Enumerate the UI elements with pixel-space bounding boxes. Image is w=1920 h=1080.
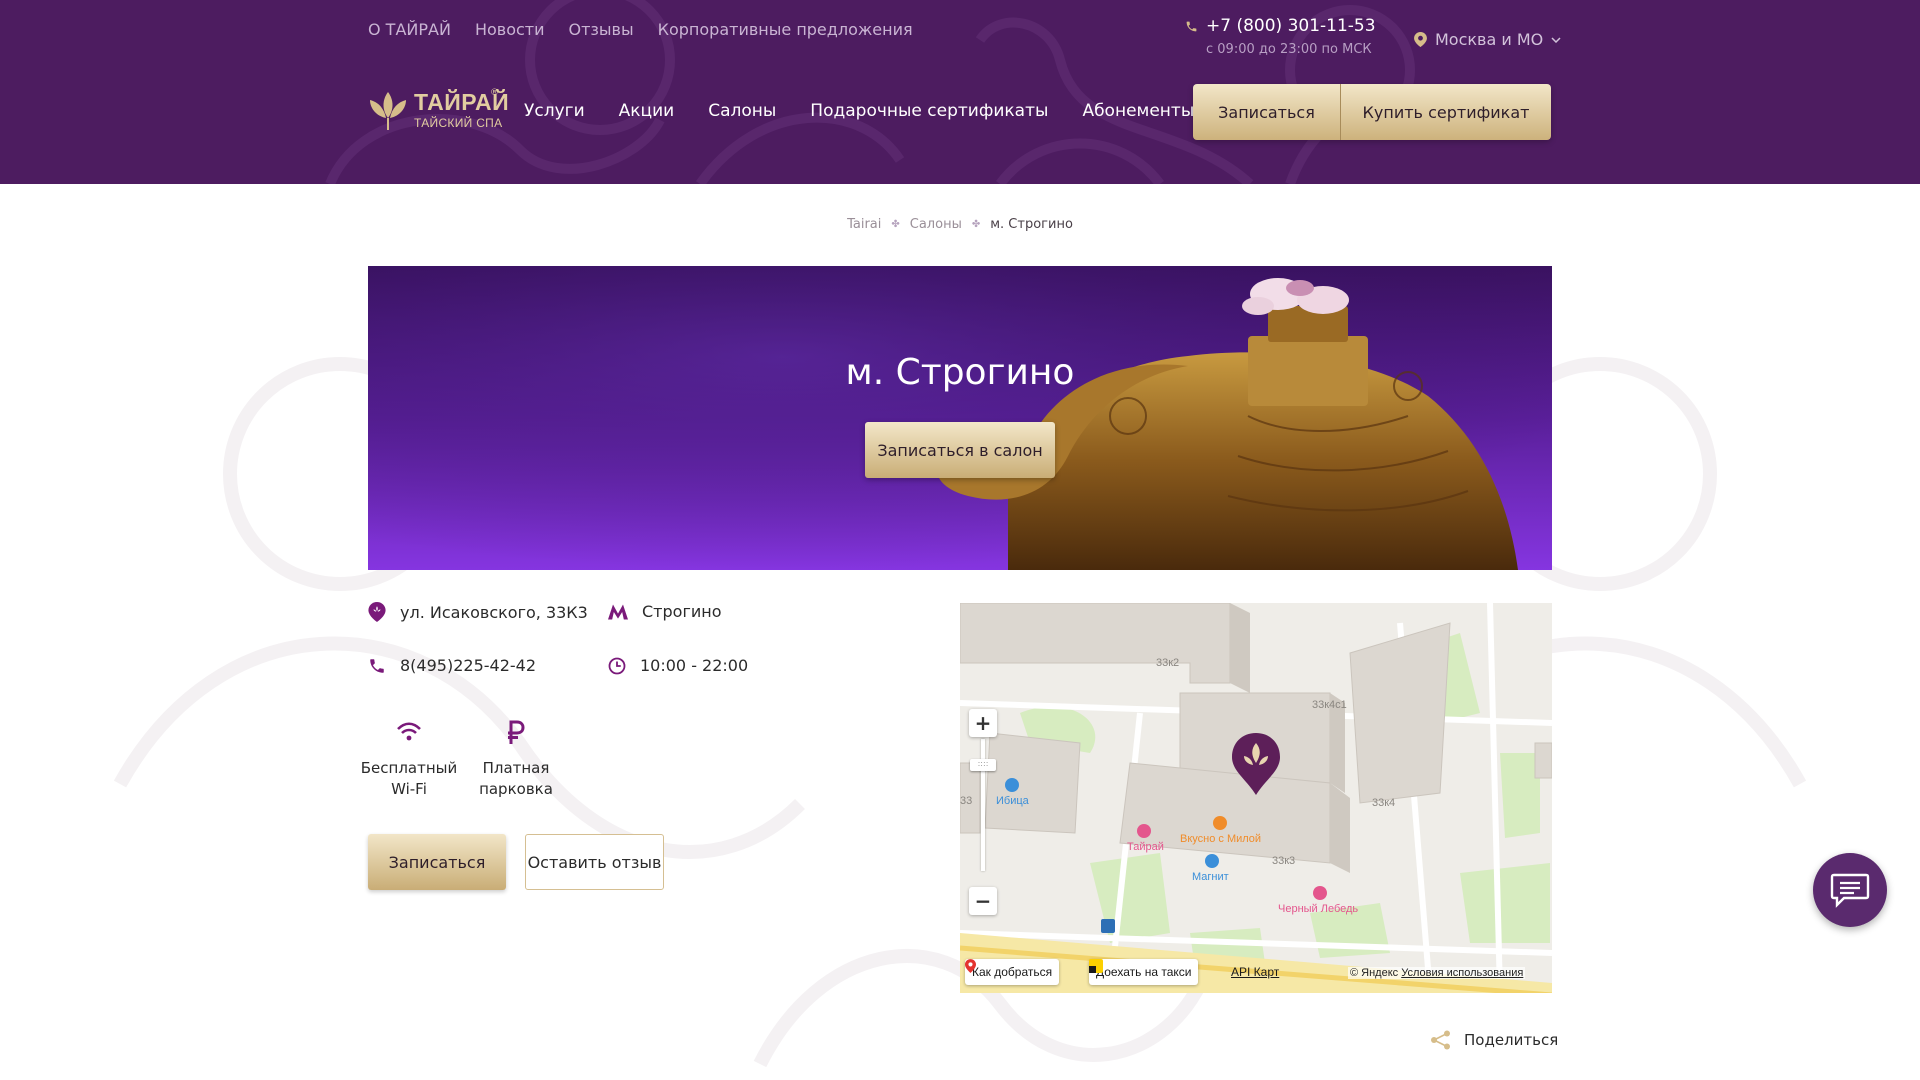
- phone-icon: [370, 658, 384, 673]
- share-button[interactable]: Поделиться: [1430, 1030, 1558, 1050]
- map-poi-label[interactable]: Черный Лебедь: [1278, 903, 1358, 915]
- logo-subtitle: ТАЙСКИЙ СПА: [414, 116, 503, 130]
- taxi-icon: [1089, 959, 1103, 973]
- map-building-label: 33: [960, 795, 973, 807]
- breadcrumb-separator-icon: ✤: [891, 219, 900, 230]
- location-pin-icon: [368, 602, 386, 622]
- salon-book-button[interactable]: Записаться: [368, 834, 506, 890]
- hero-banner: м. Строгино Записаться в салон: [368, 266, 1552, 570]
- map-route-button[interactable]: Как добраться: [965, 959, 1060, 985]
- map-zoom-out-button[interactable]: −: [969, 887, 997, 915]
- amenity-wifi-label-line1: Бесплатный: [360, 759, 458, 777]
- map-canvas[interactable]: [960, 603, 1552, 993]
- top-link-news[interactable]: Новости: [475, 20, 545, 39]
- salon-hours: 10:00 - 22:00: [608, 656, 748, 675]
- hero-book-salon-button[interactable]: Записаться в салон: [865, 422, 1055, 478]
- region-selector[interactable]: Москва и МО: [1414, 30, 1561, 49]
- golden-elephant-image: [368, 266, 1552, 570]
- share-label: Поделиться: [1464, 1031, 1559, 1049]
- chat-bubble-icon: [1830, 873, 1870, 908]
- region-label: Москва и МО: [1435, 30, 1544, 49]
- lotus-logo-icon: [370, 92, 406, 130]
- map-copyright-text: © Яндекс: [1350, 967, 1399, 979]
- map-terms-link[interactable]: Условия использования: [1401, 967, 1523, 979]
- share-icon: [1431, 1030, 1450, 1050]
- map-copyright: © Яндекс Условия использования: [1348, 967, 1526, 979]
- amenity-parking-label-line1: Платная: [482, 759, 550, 777]
- salon-metro: Строгино: [608, 602, 722, 621]
- ruble-icon: [508, 720, 525, 744]
- header-cta-group: Записаться Купить сертификат: [1193, 84, 1551, 140]
- salon-phone-text[interactable]: 8(495)225-42-42: [400, 656, 536, 675]
- nav-salons[interactable]: Салоны: [708, 101, 776, 121]
- nav-gift-certificates[interactable]: Подарочные сертификаты: [810, 101, 1048, 121]
- map-route-label: Как добраться: [972, 965, 1053, 979]
- clock-icon: [608, 657, 626, 674]
- header-book-button[interactable]: Записаться: [1193, 84, 1341, 140]
- hero-title: м. Строгино: [845, 352, 1075, 393]
- top-link-reviews[interactable]: Отзывы: [569, 20, 634, 39]
- map-poi-label[interactable]: Вкусно с Милой: [1180, 833, 1261, 845]
- logo-registered-mark: ®: [490, 88, 499, 98]
- breadcrumb-separator-icon: ✤: [971, 219, 981, 230]
- header-ornament: [325, 0, 1444, 184]
- breadcrumb-salons[interactable]: Салоны: [910, 217, 962, 232]
- map-zoom-handle[interactable]: ::::: [970, 759, 996, 771]
- nav-subscriptions[interactable]: Абонементы: [1082, 101, 1194, 121]
- map-taxi-label: Доехать на такси: [1096, 965, 1192, 979]
- wifi-icon: [397, 722, 421, 741]
- nav-services[interactable]: Услуги: [524, 101, 585, 121]
- salon-address-text: ул. Исаковского, 33К3: [400, 602, 588, 622]
- map-building-label: 33к2: [1156, 657, 1180, 669]
- salon-hours-text: 10:00 - 22:00: [640, 656, 749, 675]
- nav-promotions[interactable]: Акции: [619, 101, 675, 121]
- map-poi-label[interactable]: Тайрай: [1127, 841, 1164, 853]
- breadcrumb: Tairai ✤ Салоны ✤ м. Строгино: [0, 217, 1920, 232]
- map-zoom-in-button[interactable]: +: [969, 709, 997, 737]
- map-building-label: 33к3: [1272, 855, 1296, 867]
- route-pin-icon: [965, 959, 976, 973]
- top-links: О ТАЙРАЙ Новости Отзывы Корпоративные пр…: [368, 20, 913, 39]
- header-buy-certificate-button[interactable]: Купить сертификат: [1341, 84, 1551, 140]
- breadcrumb-current: м. Строгино: [990, 217, 1073, 232]
- salon-address: ул. Исаковского, 33К3: [368, 602, 588, 622]
- site-header: О ТАЙРАЙ Новости Отзывы Корпоративные пр…: [0, 0, 1920, 184]
- yandex-map[interactable]: 33к2 33к4с1 33к4 33к3 33 Ибица Тайрай Вк…: [960, 603, 1552, 993]
- salon-phone: 8(495)225-42-42: [368, 656, 536, 675]
- amenity-wifi: Бесплатный Wi-Fi: [354, 718, 464, 800]
- map-poi-label[interactable]: Ибица: [996, 795, 1029, 807]
- metro-icon: [608, 604, 628, 619]
- salon-metro-text: Строгино: [642, 602, 722, 621]
- location-pin-icon: [1414, 32, 1427, 47]
- map-api-link[interactable]: API Карт: [1231, 965, 1279, 979]
- top-link-about[interactable]: О ТАЙРАЙ: [368, 20, 451, 39]
- map-poi-label[interactable]: Магнит: [1192, 871, 1229, 883]
- leave-review-button[interactable]: Оставить отзыв: [525, 834, 664, 890]
- map-building-label: 33к4: [1372, 797, 1396, 809]
- breadcrumb-home[interactable]: Tairai: [847, 217, 881, 232]
- chevron-down-icon: [1551, 36, 1561, 43]
- map-building-label: 33к4с1: [1312, 699, 1347, 711]
- amenity-wifi-label-line2: Wi-Fi: [391, 780, 427, 798]
- amenity-parking: Платная парковка: [461, 718, 571, 800]
- site-logo[interactable]: ТАЙРАЙ ТАЙСКИЙ СПА ®: [368, 88, 509, 132]
- top-link-corporate[interactable]: Корпоративные предложения: [658, 20, 913, 39]
- header-phone-block: +7 (800) 301-11-53 с 09:00 до 23:00 по М…: [1185, 16, 1376, 57]
- map-taxi-button[interactable]: Доехать на такси: [1089, 959, 1199, 985]
- header-phone-number[interactable]: +7 (800) 301-11-53: [1206, 16, 1376, 36]
- phone-icon: [1186, 21, 1197, 31]
- amenity-parking-label-line2: парковка: [479, 780, 553, 798]
- chat-widget-button[interactable]: [1813, 853, 1887, 927]
- main-nav: Услуги Акции Салоны Подарочные сертифика…: [524, 101, 1194, 121]
- header-phone-hours: с 09:00 до 23:00 по МСК: [1206, 42, 1372, 57]
